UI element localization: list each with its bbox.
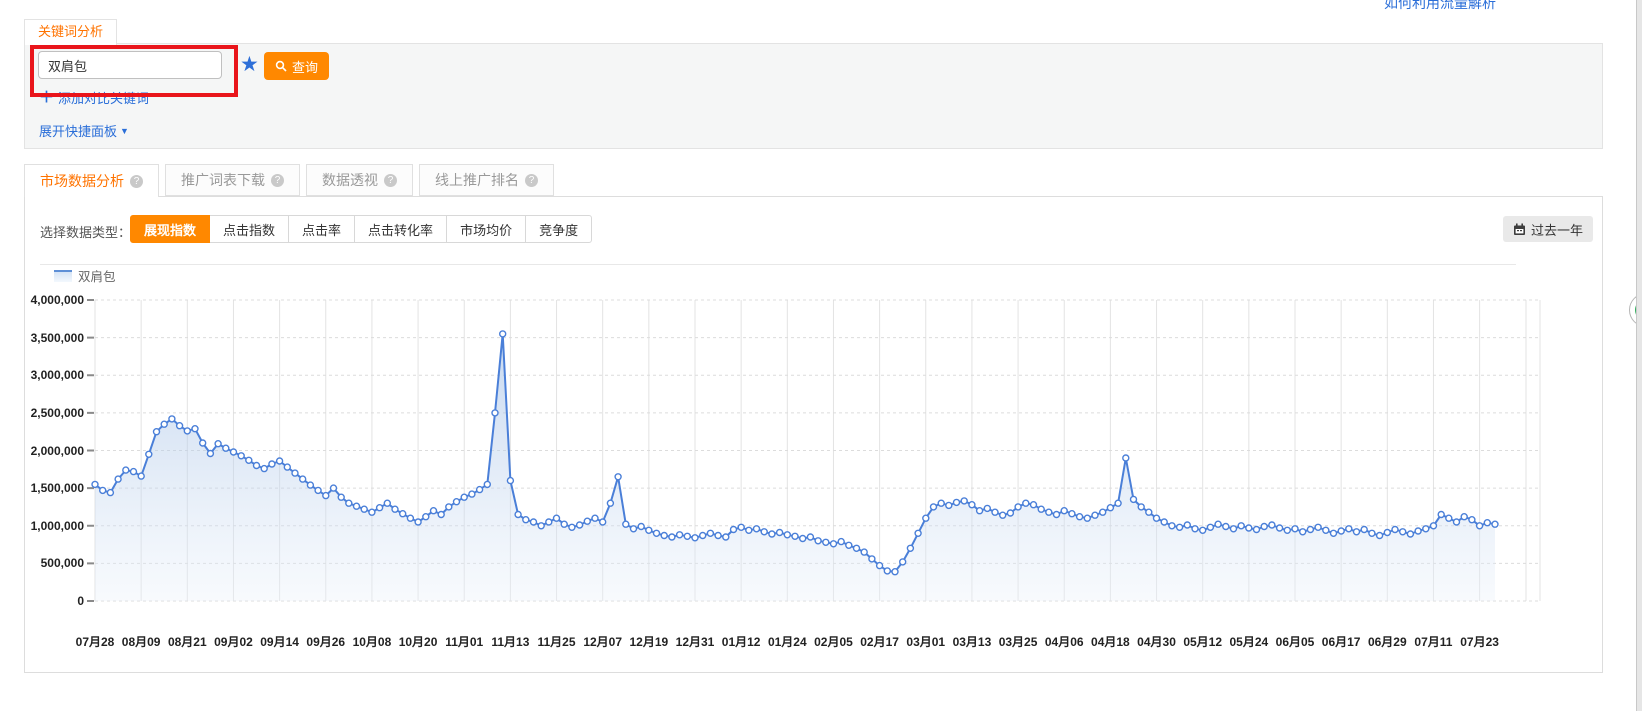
tab-data-pivot-label: 数据透视 <box>322 170 378 190</box>
tab-online-promo-ranking-label: 线上推广排名 <box>435 170 519 190</box>
y-axis-label: 4,000,000 <box>4 293 84 307</box>
y-axis-label: 2,000,000 <box>4 444 84 458</box>
tab-data-pivot[interactable]: 数据透视 ? <box>306 164 413 196</box>
expand-quick-panel-link[interactable]: 展开快捷面板 ▼ <box>39 121 129 140</box>
tab-market-data-analysis[interactable]: 市场数据分析 ? <box>24 164 159 197</box>
legend-item[interactable]: 双肩包 <box>54 266 116 285</box>
query-button-label: 查询 <box>292 57 318 76</box>
query-button[interactable]: 查询 <box>264 52 329 80</box>
type-button-click-index[interactable]: 点击指数 <box>209 215 289 243</box>
type-button-ctr[interactable]: 点击率 <box>288 215 355 243</box>
data-type-selector-label: 选择数据类型： <box>40 222 131 241</box>
keyword-panel <box>24 43 1603 149</box>
help-icon[interactable]: ? <box>525 174 538 187</box>
y-axis-label: 500,000 <box>4 556 84 570</box>
keyword-input[interactable] <box>38 51 222 79</box>
legend-swatch-icon <box>54 270 72 282</box>
market-data-panel <box>24 196 1603 673</box>
type-button-competition[interactable]: 竞争度 <box>525 215 592 243</box>
legend-label: 双肩包 <box>78 266 116 285</box>
plus-icon: ＋ <box>39 91 54 105</box>
date-range-button[interactable]: 过去一年 <box>1503 216 1593 242</box>
help-icon[interactable]: ? <box>271 174 284 187</box>
tab-online-promo-ranking[interactable]: 线上推广排名 ? <box>419 164 554 196</box>
traffic-analysis-help-link[interactable]: 如何利用流量解析 <box>1384 0 1496 13</box>
expand-quick-panel-label: 展开快捷面板 <box>39 121 117 140</box>
type-button-conversion-rate[interactable]: 点击转化率 <box>354 215 447 243</box>
add-compare-keyword-link[interactable]: ＋ 添加对比关键词 <box>39 88 149 107</box>
tab-keyword-analysis[interactable]: 关键词分析 <box>24 19 117 45</box>
y-axis-label: 1,500,000 <box>4 481 84 495</box>
help-icon[interactable]: ? <box>384 174 397 187</box>
calendar-icon <box>1513 223 1526 236</box>
y-axis-label: 2,500,000 <box>4 406 84 420</box>
add-compare-keyword-label: 添加对比关键词 <box>58 88 149 107</box>
tab-promo-wordlist-download-label: 推广词表下载 <box>181 170 265 190</box>
y-axis-label: 0 <box>4 594 84 608</box>
type-button-impression-index[interactable]: 展现指数 <box>130 215 210 243</box>
tab-promo-wordlist-download[interactable]: 推广词表下载 ? <box>165 164 300 196</box>
toolbar-divider <box>40 264 1516 265</box>
scrollbar[interactable] <box>1636 0 1642 711</box>
search-icon <box>275 60 287 72</box>
caret-down-icon: ▼ <box>120 126 129 136</box>
favorite-star-icon[interactable]: ★ <box>240 51 259 79</box>
y-axis-label: 1,000,000 <box>4 519 84 533</box>
y-axis-label: 3,000,000 <box>4 368 84 382</box>
analysis-tab-bar: 市场数据分析 ? 推广词表下载 ? 数据透视 ? 线上推广排名 ? <box>24 164 554 197</box>
date-range-label: 过去一年 <box>1531 220 1583 239</box>
type-button-market-avg-price[interactable]: 市场均价 <box>446 215 526 243</box>
tab-market-data-analysis-label: 市场数据分析 <box>40 171 124 191</box>
data-type-button-group: 展现指数 点击指数 点击率 点击转化率 市场均价 竞争度 <box>130 215 592 243</box>
help-icon[interactable]: ? <box>130 175 143 188</box>
x-axis-label: 07月23 <box>1447 633 1513 650</box>
y-axis-label: 3,500,000 <box>4 331 84 345</box>
